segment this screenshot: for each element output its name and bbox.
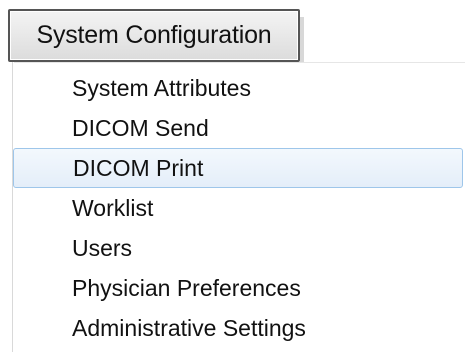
menu-item-dicom-send[interactable]: DICOM Send [13, 108, 465, 148]
system-configuration-items: System Attributes DICOM Send DICOM Print… [13, 68, 465, 348]
menu-item-label: Users [72, 234, 133, 261]
menu-item-label: Worklist [72, 194, 154, 221]
system-configuration-label: System Configuration [36, 21, 272, 49]
system-configuration-menu: System Configuration System Attributes D… [0, 0, 465, 352]
menu-item-label: DICOM Print [73, 154, 204, 181]
menu-item-label: Physician Preferences [72, 274, 301, 301]
menu-item-label: Administrative Settings [72, 314, 306, 341]
menu-item-label: System Attributes [72, 74, 251, 101]
menu-item-dicom-print[interactable]: DICOM Print [13, 148, 463, 188]
menu-item-system-attributes[interactable]: System Attributes [13, 68, 465, 108]
menu-item-users[interactable]: Users [13, 228, 465, 268]
menu-divider [14, 62, 465, 63]
menu-item-administrative-settings[interactable]: Administrative Settings [13, 308, 465, 348]
menu-item-label: DICOM Send [72, 114, 209, 141]
menu-item-worklist[interactable]: Worklist [13, 188, 465, 228]
button-shadow [300, 17, 304, 62]
system-configuration-button[interactable]: System Configuration [8, 9, 300, 62]
menu-item-physician-preferences[interactable]: Physician Preferences [13, 268, 465, 308]
